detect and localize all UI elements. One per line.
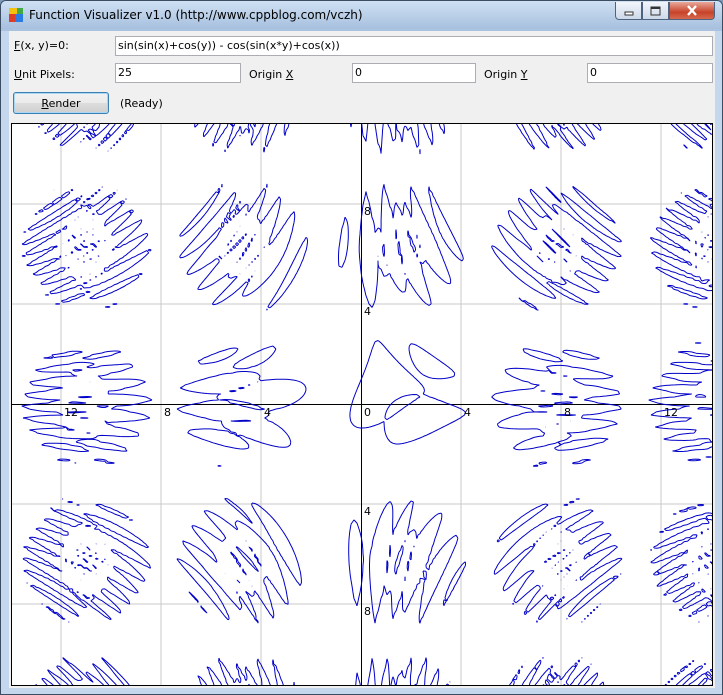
function-input[interactable]: sin(sin(x)+cos(y)) - cos(sin(x*y)+cos(x)… — [115, 36, 713, 56]
maximize-icon — [650, 6, 661, 15]
y-tick-label: 8 — [364, 205, 371, 218]
window-title: Function Visualizer v1.0 (http://www.cpp… — [29, 8, 363, 22]
app-window: Function Visualizer v1.0 (http://www.cpp… — [0, 0, 723, 695]
title-bar[interactable]: Function Visualizer v1.0 (http://www.cpp… — [1, 1, 722, 29]
close-icon — [687, 5, 697, 16]
x-tick-label: 12 — [664, 406, 678, 419]
x-tick-label: 4 — [264, 406, 271, 419]
render-button[interactable]: Render — [13, 92, 109, 114]
plot-canvas[interactable]: 12 8 4 0 4 8 12 8 4 4 8 — [11, 123, 713, 686]
x-tick-label: 4 — [464, 406, 471, 419]
x-tick-label: 8 — [164, 406, 171, 419]
origin-x-label-text: Origin — [249, 68, 286, 81]
status-text: (Ready) — [120, 97, 163, 110]
render-button-text: ender — [48, 96, 81, 110]
minimize-icon — [624, 11, 633, 15]
maximize-button[interactable] — [642, 2, 669, 20]
unit-pixels-label-text: nit Pixels: — [22, 68, 75, 81]
x-tick-label: 12 — [64, 406, 78, 419]
function-label-text: (x, y)=0: — [20, 39, 69, 52]
origin-y-label-key: Y — [520, 68, 528, 81]
origin-y-input[interactable]: 0 — [587, 63, 713, 83]
unit-pixels-label: Unit Pixels: — [14, 68, 75, 81]
y-tick-label: 8 — [364, 605, 371, 618]
y-tick-label: 4 — [364, 305, 371, 318]
unit-pixels-input[interactable]: 25 — [115, 63, 241, 83]
origin-x-input[interactable]: 0 — [352, 63, 476, 83]
y-tick-label: 4 — [364, 505, 371, 518]
x-tick-label: 8 — [564, 406, 571, 419]
tick-labels: 12 8 4 0 4 8 12 8 4 4 8 — [64, 205, 678, 618]
minimize-button[interactable] — [615, 2, 642, 20]
origin-y-label: Origin Y — [484, 68, 527, 81]
origin-y-label-text: Origin — [484, 68, 521, 81]
plot-svg: 12 8 4 0 4 8 12 8 4 4 8 — [12, 124, 712, 685]
x-tick-label: 0 — [364, 406, 371, 419]
client-area: F(x, y)=0: sin(sin(x)+cos(y)) - cos(sin(… — [9, 31, 715, 688]
render-button-key: R — [41, 96, 49, 110]
origin-x-label: Origin X — [249, 68, 293, 81]
unit-pixels-label-key: U — [14, 68, 23, 81]
close-button[interactable] — [669, 2, 715, 20]
function-label: F(x, y)=0: — [14, 39, 69, 52]
app-icon — [9, 8, 23, 22]
origin-x-label-key: X — [285, 68, 294, 81]
